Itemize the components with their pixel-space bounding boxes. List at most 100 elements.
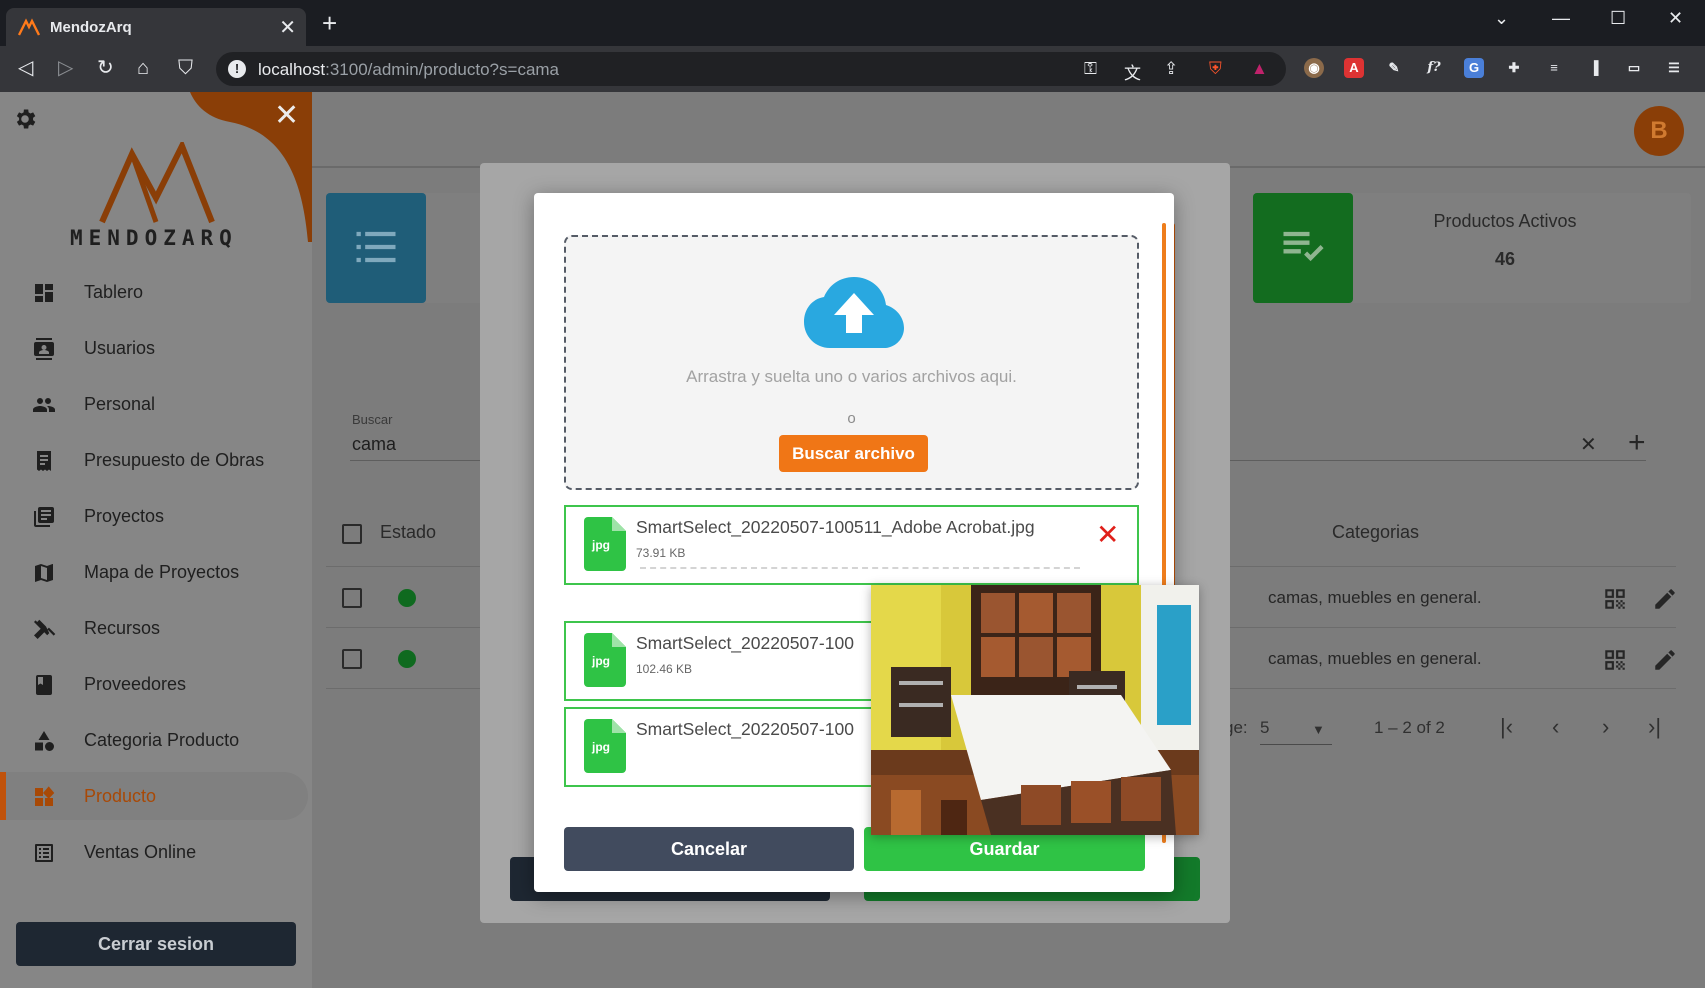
chevron-down-icon[interactable]: ▼ (1312, 722, 1325, 737)
logout-button[interactable]: Cerrar sesion (16, 922, 296, 966)
sidebar-item-label: Mapa de Proyectos (84, 562, 240, 582)
cancel-button[interactable]: Cancelar (564, 827, 854, 871)
sidebar: ✕ MENDOZARQ Tablero Usuarios Personal Pr… (0, 92, 312, 988)
last-page-icon[interactable]: ›| (1648, 714, 1661, 740)
bookmark-icon[interactable]: ⛉ (178, 57, 193, 79)
svg-text:jpg: jpg (591, 740, 610, 754)
column-header-categorias[interactable]: Categorias (1332, 522, 1419, 543)
tab-search-icon[interactable]: ⌄ (1494, 8, 1509, 29)
card-checklist-icon (1253, 193, 1353, 303)
sidebar-item-label: Presupuesto de Obras (84, 450, 265, 470)
dropzone-or: o (847, 410, 856, 427)
extensions-puzzle-icon[interactable]: ✚ (1504, 58, 1524, 78)
sidebar-close-icon[interactable]: ✕ (274, 98, 299, 133)
widgets-icon (35, 786, 55, 806)
search-label: Buscar (352, 412, 393, 427)
pager-range: 1 – 2 of 2 (1374, 718, 1445, 737)
sidebar-item-categoria[interactable]: Categoria Producto (0, 716, 308, 764)
svg-text:jpg: jpg (591, 538, 610, 552)
people-icon (33, 398, 55, 412)
add-product-icon[interactable]: + (1628, 426, 1646, 460)
reading-list-icon[interactable]: ≡ (1544, 58, 1564, 78)
sidebar-item-label: Usuarios (84, 338, 156, 358)
card-title: Productos Activos (1433, 211, 1577, 231)
sidebar-item-tablero[interactable]: Tablero (0, 268, 308, 316)
file-size: 102.46 KB (636, 662, 693, 676)
search-input[interactable]: cama (352, 434, 396, 455)
edit-pencil-icon[interactable] (1652, 647, 1678, 673)
qr-code-icon[interactable] (1602, 647, 1628, 673)
row-checkbox[interactable] (342, 649, 362, 669)
user-avatar[interactable]: B (1634, 106, 1684, 156)
reload-icon[interactable]: ↻ (97, 57, 114, 79)
sidebar-item-label: Ventas Online (84, 842, 197, 862)
share-icon[interactable]: ⇪ (1164, 59, 1178, 79)
font-extension-icon[interactable]: f? (1424, 58, 1444, 78)
pen-extension-icon[interactable]: ✎ (1384, 58, 1404, 78)
column-header-estado[interactable]: Estado (380, 522, 436, 543)
new-tab-icon[interactable]: + (322, 10, 337, 36)
file-progress-bar (640, 567, 1080, 569)
tab-close-icon[interactable]: ✕ (279, 15, 296, 40)
browser-tabbar: MendozArq ✕ + ⌄ — ☐ ✕ (0, 0, 1705, 46)
cloud-upload-icon (804, 277, 904, 348)
back-icon[interactable]: ◁ (18, 57, 33, 79)
forward-icon[interactable]: ▷ (58, 57, 73, 79)
tools-icon (34, 619, 56, 639)
search-clear-icon[interactable]: ✕ (1580, 432, 1597, 457)
extension-avatar-icon[interactable]: ◉ (1304, 58, 1324, 78)
brave-shields-icon[interactable]: ⛨ (1209, 59, 1222, 79)
edit-pencil-icon[interactable] (1652, 586, 1678, 612)
dashboard-icon (35, 284, 53, 302)
browser-tab[interactable]: MendozArq ✕ (6, 8, 306, 46)
angular-devtools-icon[interactable]: A (1344, 58, 1364, 78)
sidebar-item-producto[interactable]: Producto (0, 772, 308, 820)
sidebar-toggle-icon[interactable]: ▐ (1584, 58, 1604, 78)
sidebar-item-presupuesto[interactable]: Presupuesto de Obras (0, 436, 308, 484)
google-translate-icon[interactable]: G (1464, 58, 1484, 78)
window-close-icon[interactable]: ✕ (1668, 8, 1683, 29)
translate-icon[interactable]: 文 (1124, 59, 1141, 84)
site-info-icon[interactable]: ! (228, 60, 246, 78)
sidebar-item-proyectos[interactable]: Proyectos (0, 492, 308, 540)
address-bar[interactable]: ! localhost:3100/admin/producto?s=cama ⚿… (216, 52, 1286, 86)
minimize-icon[interactable]: — (1552, 8, 1570, 29)
sidebar-item-ventas[interactable]: Ventas Online (0, 828, 308, 876)
settings-gear-icon[interactable] (12, 106, 38, 132)
contacts-icon (34, 338, 54, 360)
sidebar-item-label: Proyectos (84, 506, 165, 526)
wallet-icon[interactable]: ▭ (1624, 58, 1644, 78)
password-key-icon[interactable]: ⚿ (1084, 59, 1097, 79)
browse-file-button[interactable]: Buscar archivo (779, 435, 928, 472)
jpg-file-icon: jpg (584, 719, 626, 773)
dropzone-hint: Arrastra y suelta uno o varios archivos … (686, 367, 1017, 386)
sidebar-item-usuarios[interactable]: Usuarios (0, 324, 308, 372)
row-checkbox[interactable] (342, 588, 362, 608)
sidebar-item-personal[interactable]: Personal (0, 380, 308, 428)
sidebar-item-mapa[interactable]: Mapa de Proyectos (0, 548, 308, 596)
file-dropzone[interactable]: Arrastra y suelta uno o varios archivos … (564, 235, 1139, 490)
prev-page-icon[interactable]: ‹ (1552, 714, 1559, 740)
sidebar-item-label: Producto (84, 786, 157, 806)
brave-rewards-icon[interactable]: ▲ (1251, 59, 1268, 79)
image-preview (871, 585, 1199, 835)
select-all-checkbox[interactable] (342, 524, 362, 544)
brand-name: MENDOZARQ (70, 226, 238, 250)
sidebar-item-recursos[interactable]: Recursos (0, 604, 308, 652)
maximize-icon[interactable]: ☐ (1610, 8, 1626, 29)
next-page-icon[interactable]: › (1602, 714, 1609, 740)
url-text[interactable]: localhost:3100/admin/producto?s=cama (258, 60, 559, 80)
jpg-file-icon: jpg (584, 633, 626, 687)
card-value: 46 (1494, 249, 1516, 269)
file-name: SmartSelect_20220507-100 (636, 633, 854, 653)
home-icon[interactable]: ⌂ (137, 57, 149, 79)
card-list-icon (326, 193, 426, 303)
qr-code-icon[interactable] (1602, 586, 1628, 612)
file-name: SmartSelect_20220507-100511_Adobe Acroba… (636, 517, 1035, 537)
uploaded-file-item: jpg SmartSelect_20220507-100511_Adobe Ac… (564, 505, 1139, 585)
first-page-icon[interactable]: |‹ (1500, 714, 1513, 740)
menu-icon[interactable]: ☰ (1664, 58, 1684, 78)
bed-photo-image (871, 585, 1199, 835)
sidebar-item-proveedores[interactable]: Proveedores (0, 660, 308, 708)
remove-file-icon[interactable]: ✕ (1096, 521, 1119, 549)
